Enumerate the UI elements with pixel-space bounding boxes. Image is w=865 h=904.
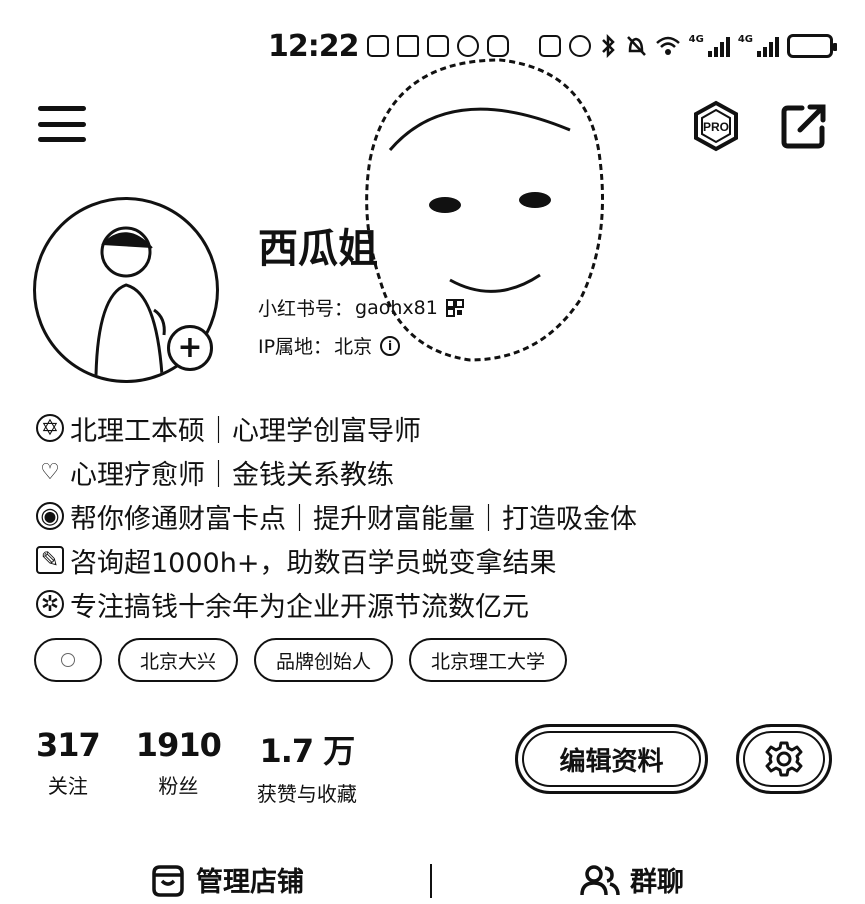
bluetooth-icon <box>601 34 615 58</box>
nazar-emoji-icon: ◉ <box>36 502 64 530</box>
signal-icon-1 <box>707 35 730 57</box>
followers-stat[interactable]: 1910 粉丝 <box>135 726 222 807</box>
store-icon <box>152 864 184 897</box>
settings-button[interactable] <box>736 724 832 794</box>
status-left: 12:22 <box>268 29 509 64</box>
bio-line: ✡ 北理工本硕｜心理学创富导师 <box>36 406 836 450</box>
share-button[interactable] <box>778 100 830 152</box>
manage-store-button[interactable]: 管理店铺 <box>150 860 304 899</box>
followers-label: 粉丝 <box>158 774 199 798</box>
status-time: 12:22 <box>268 28 359 64</box>
status-right: 4G 4G <box>538 34 837 58</box>
gender-icon <box>61 653 75 667</box>
consult-emoji-icon: ✎ <box>36 546 64 574</box>
group-chat-label: 群聊 <box>630 867 684 898</box>
group-chat-button[interactable]: 群聊 <box>580 860 684 899</box>
avatar-add-button[interactable]: + <box>167 325 213 371</box>
bio-text: 北理工本硕｜心理学创富导师 <box>70 415 421 447</box>
signal-icon-2 <box>757 35 779 57</box>
account-id-label: 小红书号： <box>258 298 354 320</box>
translate-icon <box>396 35 419 57</box>
wifi-icon <box>655 36 680 55</box>
network-type-2: 4G <box>737 34 753 45</box>
likes-stat[interactable]: 1.7 万 获赞与收藏 <box>257 726 357 807</box>
tag-profession[interactable]: 品牌创始人 <box>254 638 394 682</box>
menu-icon-line <box>38 106 86 111</box>
wheel-emoji-icon: ✲ <box>36 590 64 618</box>
edit-profile-button[interactable]: 编辑资料 <box>515 724 708 794</box>
bio-text: 咨询超1000h+，助数百学员蜕变拿结果 <box>70 547 557 579</box>
manage-store-label: 管理店铺 <box>196 867 304 898</box>
stats: 317 关注 1910 粉丝 1.7 万 获赞与收藏 <box>36 726 357 807</box>
gallery-icon <box>426 35 449 57</box>
ip-location-label: IP属地： <box>258 336 333 358</box>
pro-button[interactable]: PRO <box>690 100 742 152</box>
bottom-actions: 管理店铺 群聊 <box>0 860 865 904</box>
chat-bubble-icon <box>456 35 479 57</box>
bio-line: ✲ 专注搞钱十余年为企业开源节流数亿元 <box>36 582 836 626</box>
tag-school[interactable]: 北京理工大学 <box>409 638 568 682</box>
tag-location[interactable]: 北京大兴 <box>118 638 239 682</box>
pro-badge-icon: PRO <box>694 100 738 152</box>
nfc-icon <box>538 35 561 57</box>
tag-list: 北京大兴 品牌创始人 北京理工大学 <box>34 638 568 682</box>
bio-line: ◉ 帮你修通财富卡点｜提升财富能量｜打造吸金体 <box>36 494 836 538</box>
nickname: 西瓜姐 <box>258 226 378 272</box>
ip-location-row: IP属地： 北京 i <box>258 332 401 359</box>
message-icon <box>486 35 509 57</box>
notification-app-icon <box>366 35 389 57</box>
bio-text: 心理疗愈师｜金钱关系教练 <box>70 459 394 491</box>
following-count: 317 <box>36 726 101 764</box>
menu-button[interactable] <box>38 106 86 142</box>
group-chat-icon <box>580 864 620 895</box>
likes-label: 获赞与收藏 <box>256 782 357 806</box>
divider <box>430 864 432 898</box>
pro-label: PRO <box>703 120 729 134</box>
menu-icon-line <box>38 137 86 142</box>
network-type-1: 4G <box>688 34 704 45</box>
gender-tag[interactable] <box>34 638 102 682</box>
star-of-david-emoji-icon: ✡ <box>36 414 64 442</box>
bio-line: ♡ 心理疗愈师｜金钱关系教练 <box>36 450 836 494</box>
followers-count: 1910 <box>135 726 222 764</box>
status-bar: 12:22 4G 4G <box>0 26 865 66</box>
battery-icon <box>787 34 837 58</box>
gear-icon <box>765 741 803 777</box>
account-id-value: gaohx81 <box>355 296 438 319</box>
vibrate-icon <box>568 35 591 57</box>
following-label: 关注 <box>47 774 88 798</box>
menu-icon-line <box>38 121 86 127</box>
share-icon <box>781 104 826 149</box>
bio: ✡ 北理工本硕｜心理学创富导师 ♡ 心理疗愈师｜金钱关系教练 ◉ 帮你修通财富卡… <box>36 406 836 626</box>
ip-location-value: 北京 <box>334 336 373 358</box>
bio-text: 专注搞钱十余年为企业开源节流数亿元 <box>70 591 529 623</box>
heart-emoji-icon: ♡ <box>40 459 60 485</box>
info-icon[interactable]: i <box>380 335 401 356</box>
likes-count: 1.7 万 <box>259 732 355 770</box>
bio-text: 帮你修通财富卡点｜提升财富能量｜打造吸金体 <box>70 503 637 535</box>
qr-code-icon[interactable] <box>445 298 464 317</box>
account-id-row: 小红书号： gaohx81 <box>258 294 464 321</box>
mute-bell-icon <box>626 36 646 56</box>
following-stat[interactable]: 317 关注 <box>36 726 101 807</box>
bio-line: ✎ 咨询超1000h+，助数百学员蜕变拿结果 <box>36 538 836 582</box>
